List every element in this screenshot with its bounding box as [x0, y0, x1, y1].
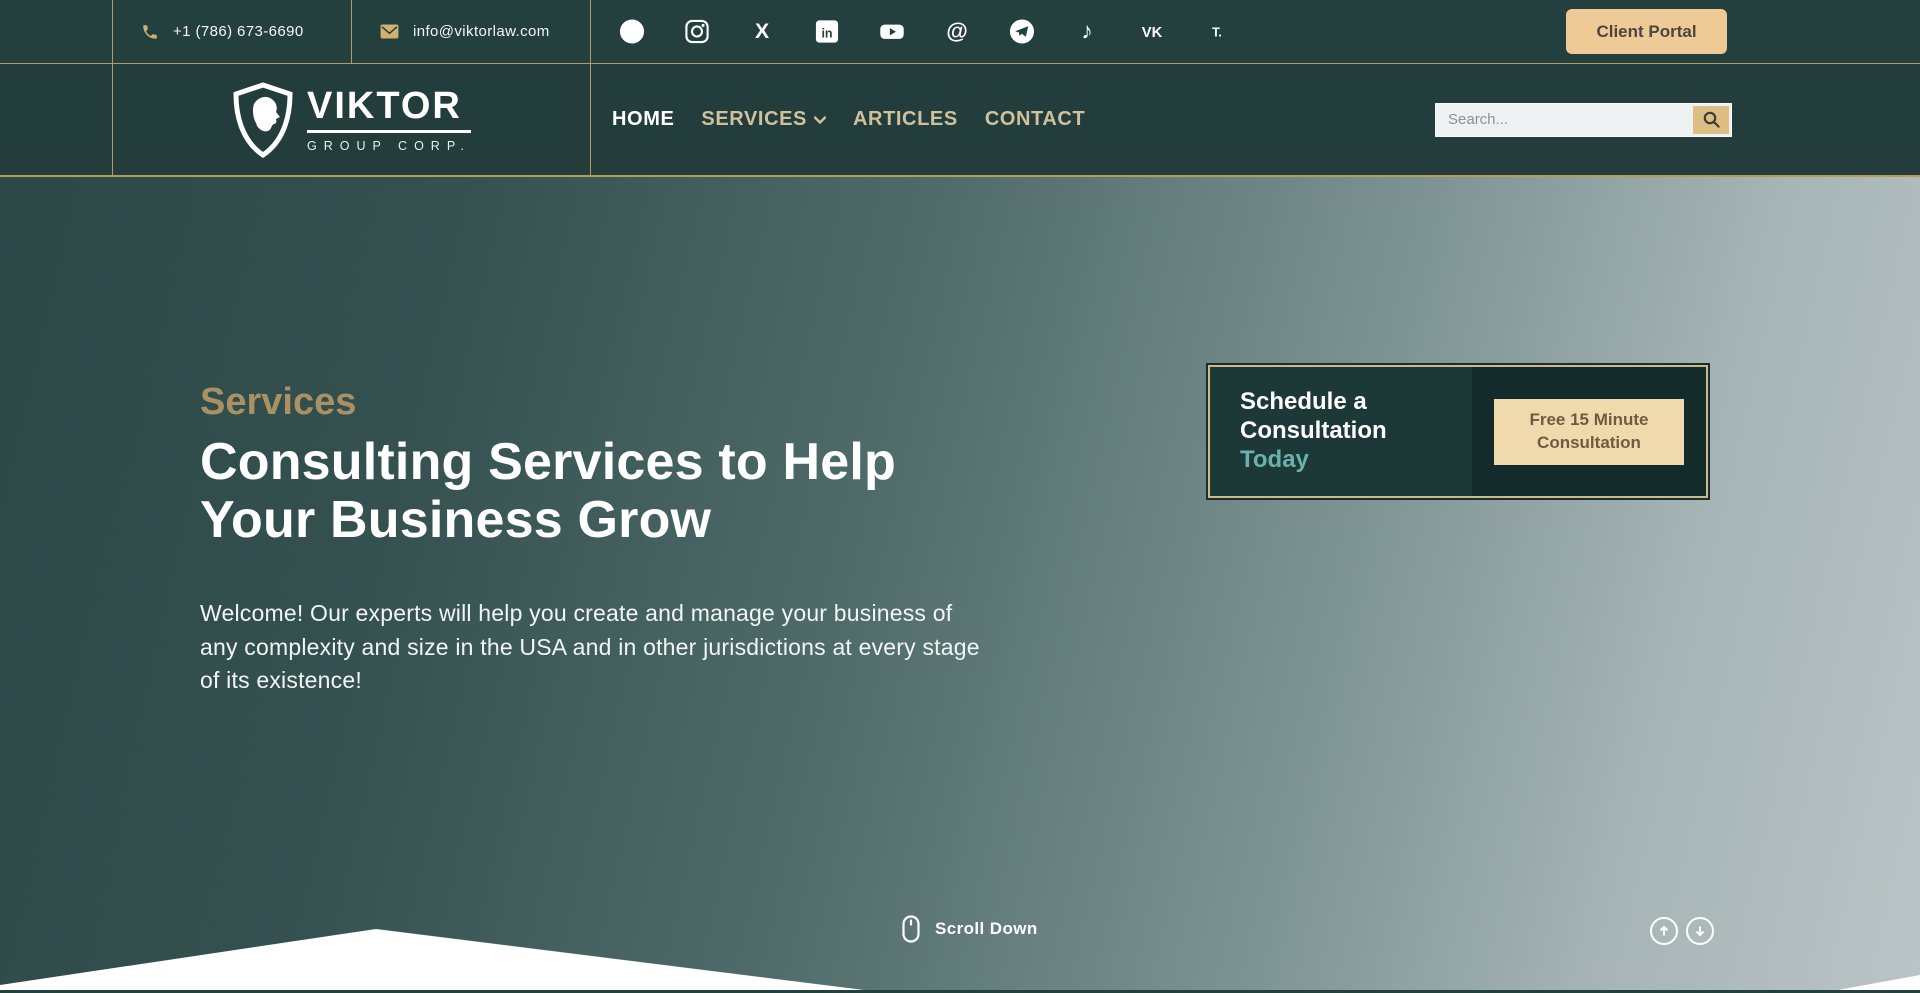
svg-text:@: @ [946, 18, 968, 43]
instagram-icon[interactable] [684, 19, 710, 45]
consultation-button-panel: Free 15 Minute Consultation [1472, 367, 1706, 496]
youtube-icon[interactable] [879, 19, 905, 45]
hero-title-line1: Consulting Services to Help [200, 433, 1020, 491]
hero-title: Consulting Services to Help Your Busines… [200, 433, 1020, 549]
consultation-heading-line1: Schedule a [1240, 388, 1472, 417]
free-consultation-button[interactable]: Free 15 Minute Consultation [1494, 399, 1684, 465]
threads-icon[interactable]: @ [944, 19, 970, 45]
nav-services[interactable]: SERVICES [701, 108, 826, 131]
consultation-heading: Schedule a Consultation Today [1210, 367, 1472, 496]
email-link[interactable]: info@viktorlaw.com [352, 0, 591, 63]
svg-text:T.: T. [1212, 25, 1222, 39]
logo-name: VIKTOR [307, 87, 471, 133]
search-bar [1435, 103, 1732, 137]
email-address: info@viktorlaw.com [413, 23, 550, 40]
shield-logo-icon [232, 82, 294, 158]
tenchat-icon[interactable]: T. [1204, 19, 1230, 45]
phone-number: +1 (786) 673-6690 [173, 23, 304, 40]
hero-text-block: Services Consulting Services to Help You… [200, 381, 1020, 697]
phone-icon [141, 23, 159, 41]
svg-text:X: X [755, 20, 769, 43]
logo-text: VIKTOR GROUP CORP. [307, 87, 471, 153]
svg-text:f: f [629, 24, 635, 41]
vk-icon[interactable]: VK [1139, 19, 1165, 45]
tiktok-icon[interactable]: ♪ [1074, 19, 1100, 45]
svg-text:in: in [821, 26, 832, 40]
linkedin-icon[interactable]: in [814, 19, 840, 45]
hero-eyebrow: Services [200, 381, 1020, 425]
logo-subtitle: GROUP CORP. [307, 139, 471, 153]
main-nav: HOME SERVICES ARTICLES CONTACT [612, 108, 1085, 131]
nav-articles[interactable]: ARTICLES [853, 108, 958, 131]
consultation-card: Schedule a Consultation Today Free 15 Mi… [1208, 365, 1708, 498]
consultation-heading-line2: Consultation [1240, 417, 1472, 446]
main-header: VIKTOR GROUP CORP. HOME SERVICES ARTICLE… [0, 64, 1920, 177]
svg-text:VK: VK [1142, 25, 1163, 41]
search-input[interactable] [1436, 104, 1691, 136]
telegram-icon[interactable] [1009, 19, 1035, 45]
search-icon [1703, 111, 1720, 128]
client-portal-button[interactable]: Client Portal [1566, 9, 1727, 54]
x-twitter-icon[interactable]: X [749, 19, 775, 45]
facebook-icon[interactable]: f [619, 19, 645, 45]
hero-description: Welcome! Our experts will help you creat… [200, 597, 990, 697]
envelope-icon [380, 24, 399, 39]
nav-home[interactable]: HOME [612, 108, 674, 131]
hero-title-line2: Your Business Grow [200, 491, 1020, 549]
header-left-spacer [0, 64, 113, 175]
search-button[interactable] [1693, 106, 1729, 134]
consultation-heading-highlight: Today [1240, 446, 1472, 475]
page: +1 (786) 673-6690 info@viktorlaw.com f X… [0, 0, 1920, 993]
logo[interactable]: VIKTOR GROUP CORP. [113, 64, 591, 175]
nav-services-label: SERVICES [701, 108, 807, 131]
chevron-down-icon [814, 116, 826, 124]
top-bar: +1 (786) 673-6690 info@viktorlaw.com f X… [0, 0, 1920, 64]
nav-contact[interactable]: CONTACT [985, 108, 1085, 131]
topbar-left-spacer [0, 0, 113, 63]
bottom-divider-shape [0, 920, 1920, 990]
svg-text:♪: ♪ [1081, 18, 1093, 44]
hero-section: Services Consulting Services to Help You… [0, 177, 1920, 990]
phone-link[interactable]: +1 (786) 673-6690 [113, 0, 352, 63]
social-links: f X in @ ♪ VK [619, 19, 1230, 45]
